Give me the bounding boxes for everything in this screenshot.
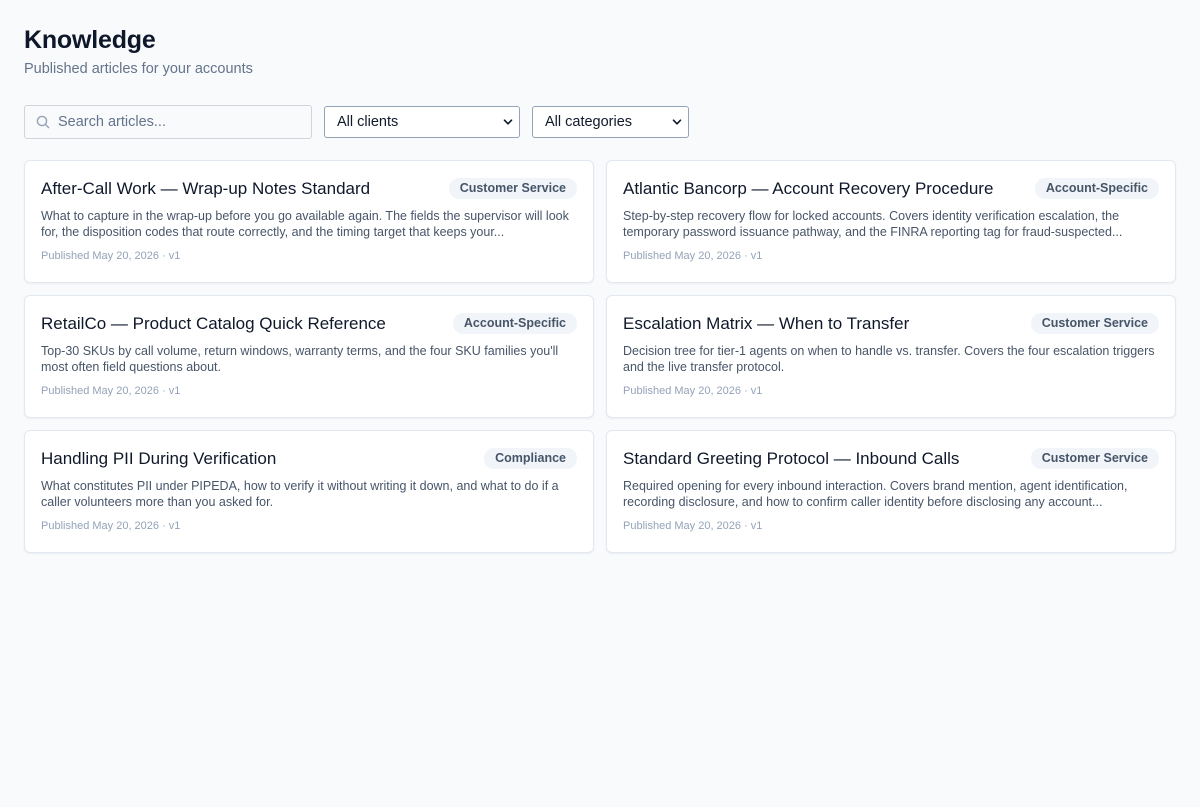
article-card-header: Atlantic Bancorp — Account Recovery Proc… (623, 177, 1159, 201)
article-description: What constitutes PII under PIPEDA, how t… (41, 479, 559, 509)
article-card-header: Escalation Matrix — When to Transfer Cus… (623, 312, 1159, 336)
category-badge: Customer Service (1030, 448, 1159, 469)
article-title: Handling PII During Verification (41, 449, 277, 468)
article-card[interactable]: Handling PII During Verification Complia… (24, 430, 594, 553)
chevron-down-icon (503, 117, 513, 127)
article-title: After-Call Work — Wrap-up Notes Standard (41, 179, 371, 198)
article-card[interactable]: RetailCo — Product Catalog Quick Referen… (24, 295, 594, 418)
article-meta: Published May 20, 2026 · v1 (623, 250, 763, 262)
article-title: RetailCo — Product Catalog Quick Referen… (41, 314, 386, 333)
article-card-header: Standard Greeting Protocol — Inbound Cal… (623, 447, 1159, 471)
chevron-down-icon (672, 117, 682, 127)
knowledge-page: Knowledge Published articles for your ac… (24, 24, 1176, 553)
article-card-header: Handling PII During Verification Complia… (41, 447, 577, 471)
article-meta: Published May 20, 2026 · v1 (623, 520, 763, 532)
article-description: What to capture in the wrap-up before yo… (41, 209, 569, 239)
article-title: Atlantic Bancorp — Account Recovery Proc… (623, 179, 994, 198)
search-icon (36, 115, 50, 129)
category-badge: Account-Specific (452, 313, 577, 334)
search-input[interactable] (58, 114, 298, 130)
article-description: Decision tree for tier-1 agents on when … (623, 344, 1155, 374)
article-description: Required opening for every inbound inter… (623, 479, 1128, 509)
search-box[interactable] (24, 105, 312, 139)
category-badge: Compliance (484, 448, 577, 469)
category-select-value: All categories (545, 114, 633, 130)
article-card-header: After-Call Work — Wrap-up Notes Standard… (41, 177, 577, 201)
article-description: Step-by-step recovery flow for locked ac… (623, 209, 1123, 239)
article-meta: Published May 20, 2026 · v1 (623, 385, 763, 397)
article-title: Standard Greeting Protocol — Inbound Cal… (623, 449, 960, 468)
article-meta: Published May 20, 2026 · v1 (41, 385, 181, 397)
article-description: Top-30 SKUs by call volume, return windo… (41, 344, 559, 374)
article-card[interactable]: Atlantic Bancorp — Account Recovery Proc… (606, 160, 1176, 283)
client-select[interactable]: All clients (324, 106, 520, 138)
article-meta: Published May 20, 2026 · v1 (41, 520, 181, 532)
article-grid: After-Call Work — Wrap-up Notes Standard… (24, 160, 1176, 553)
category-badge: Account-Specific (1034, 178, 1159, 199)
category-select[interactable]: All categories (532, 106, 689, 138)
article-card[interactable]: After-Call Work — Wrap-up Notes Standard… (24, 160, 594, 283)
page-title: Knowledge (24, 26, 156, 54)
article-card[interactable]: Standard Greeting Protocol — Inbound Cal… (606, 430, 1176, 553)
article-title: Escalation Matrix — When to Transfer (623, 314, 910, 333)
category-badge: Customer Service (1030, 313, 1159, 334)
page-subtitle: Published articles for your accounts (24, 61, 253, 77)
filter-bar: All clients All categories (24, 105, 1176, 139)
category-badge: Customer Service (448, 178, 577, 199)
article-card-header: RetailCo — Product Catalog Quick Referen… (41, 312, 577, 336)
article-card[interactable]: Escalation Matrix — When to Transfer Cus… (606, 295, 1176, 418)
client-select-value: All clients (337, 114, 399, 130)
article-meta: Published May 20, 2026 · v1 (41, 250, 181, 262)
